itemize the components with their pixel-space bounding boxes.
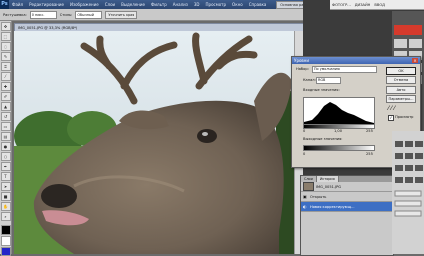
input-black-value[interactable]: 0 [303,129,305,133]
list-item[interactable]: IMG_0051.JPG [301,182,393,192]
blur-icon[interactable]: ● [0,142,11,151]
adjustments-panel [392,131,424,254]
menu-select[interactable]: Выделение [118,2,148,7]
channel-select[interactable]: RGB [316,77,341,84]
quick-mask-icon[interactable] [0,247,11,256]
preview-checkbox[interactable]: ✓ [388,115,394,121]
document-title: IMG_0051.JPG @ 33,3% (RGB/8*) [18,25,78,30]
input-gamma-value[interactable]: 1,00 [334,129,342,133]
history-item-label: Открыть [310,194,327,199]
menu-help[interactable]: Справка [246,2,270,7]
levels-titlebar[interactable]: Уровни × [292,57,420,64]
history-state-icon: ▣ [303,194,307,199]
adjustments-icons[interactable] [392,131,424,254]
preset-select[interactable]: По умолчанию [312,66,377,73]
style-label: Стиль: [59,12,73,17]
ok-button[interactable]: OK [386,67,416,75]
menu-file[interactable]: Файл [9,2,26,7]
app2-tab-design[interactable]: ДИЗАЙН [353,3,373,7]
menu-analysis[interactable]: Анализ [170,2,191,7]
feather-label: Растушевка: [3,12,27,17]
menu-edit[interactable]: Редактирование [26,2,67,7]
document-canvas[interactable] [14,31,294,254]
output-levels-label: Выходные значения: [303,137,343,141]
tab-history[interactable]: История [316,176,339,182]
output-white-value[interactable]: 255 [366,152,373,156]
deer-photo [14,31,294,254]
cancel-button[interactable]: Отмена [386,76,416,84]
channel-label: Канал: [303,78,316,82]
zoom-icon[interactable]: ⌕ [0,212,11,221]
options-button[interactable]: Параметры... [386,95,416,103]
menu-image[interactable]: Изображение [67,2,102,7]
layers-panel: Слои История IMG_0051.JPG ▣ Открыть ◐ Но… [300,175,394,256]
foreground-color-swatch[interactable] [0,225,11,235]
move-icon[interactable]: ✥ [0,22,11,31]
marquee-icon[interactable]: ⬚ [0,32,11,41]
list-item[interactable]: ◐ Новая корректирующ... [301,202,393,212]
histogram [303,97,375,125]
menu-layers[interactable]: Слои [102,2,118,7]
pen-icon[interactable]: ✒ [0,162,11,171]
history-brush-icon[interactable]: ↺ [0,112,11,121]
refine-edge-button[interactable]: Уточнить края [105,10,138,19]
menu-view[interactable]: Просмотр [203,2,230,7]
levels-title: Уровни [294,58,309,63]
background-color-swatch[interactable] [0,236,11,246]
second-app-bar: ФОТОГР... ДИЗАЙН ВВОД [330,0,424,10]
history-item-label: Новая корректирующ... [310,204,355,209]
preset-label: Набор: [296,67,309,71]
output-slider[interactable] [303,145,375,151]
quick-select-icon[interactable]: ✎ [0,52,11,61]
lasso-icon[interactable]: ◌ [0,42,11,51]
healing-icon[interactable]: ✚ [0,82,11,91]
menu-filter[interactable]: Фильтр [148,2,170,7]
input-levels-label: Входные значения: [303,88,340,92]
preview-label: Просмотр [395,115,414,119]
type-icon[interactable]: T [0,172,11,181]
output-black-value[interactable]: 0 [303,152,305,156]
brush-icon[interactable]: ✐ [0,92,11,101]
hand-icon[interactable]: ✋ [0,202,11,211]
close-icon[interactable]: × [412,58,418,63]
dodge-icon[interactable]: ○ [0,152,11,161]
app2-tab-input[interactable]: ВВОД [372,3,387,7]
photoshop-logo: Ps [0,0,9,9]
path-select-icon[interactable]: ➤ [0,182,11,191]
menu-window[interactable]: Окно [229,2,246,7]
app2-tab-photo[interactable]: ФОТОГР... [330,3,353,7]
style-select[interactable]: Обычный [75,10,103,19]
list-item[interactable]: ▣ Открыть [301,192,393,202]
menu-bar: Ps Файл Редактирование Изображение Слои … [0,0,330,9]
eraser-icon[interactable]: ▭ [0,122,11,131]
stamp-icon[interactable]: ▲ [0,102,11,111]
options-bar: Растушевка: 0 пикс. Стиль: Обычный Уточн… [0,9,333,21]
toolbox: ✥ ⬚ ◌ ✎ ⌗ ⁄ ✚ ✐ ▲ ↺ ▭ ▤ ● ○ ✒ T ➤ ■ ✋ ⌕ [0,21,12,256]
eyedropper-icon[interactable]: ⁄ [0,72,11,81]
shape-icon[interactable]: ■ [0,192,11,201]
input-white-value[interactable]: 255 [366,129,373,133]
menu-3d[interactable]: 3D [191,2,203,7]
auto-button[interactable]: Авто [386,86,416,94]
feather-input[interactable]: 0 пикс. [29,10,57,19]
eyedropper-icon[interactable]: ⁄ ⁄ ⁄ [388,105,395,112]
layer-thumbnail [303,182,314,191]
adjustment-layer-icon: ◐ [303,204,307,209]
gradient-icon[interactable]: ▤ [0,132,11,141]
history-item-label: IMG_0051.JPG [316,184,342,189]
crop-icon[interactable]: ⌗ [0,62,11,71]
